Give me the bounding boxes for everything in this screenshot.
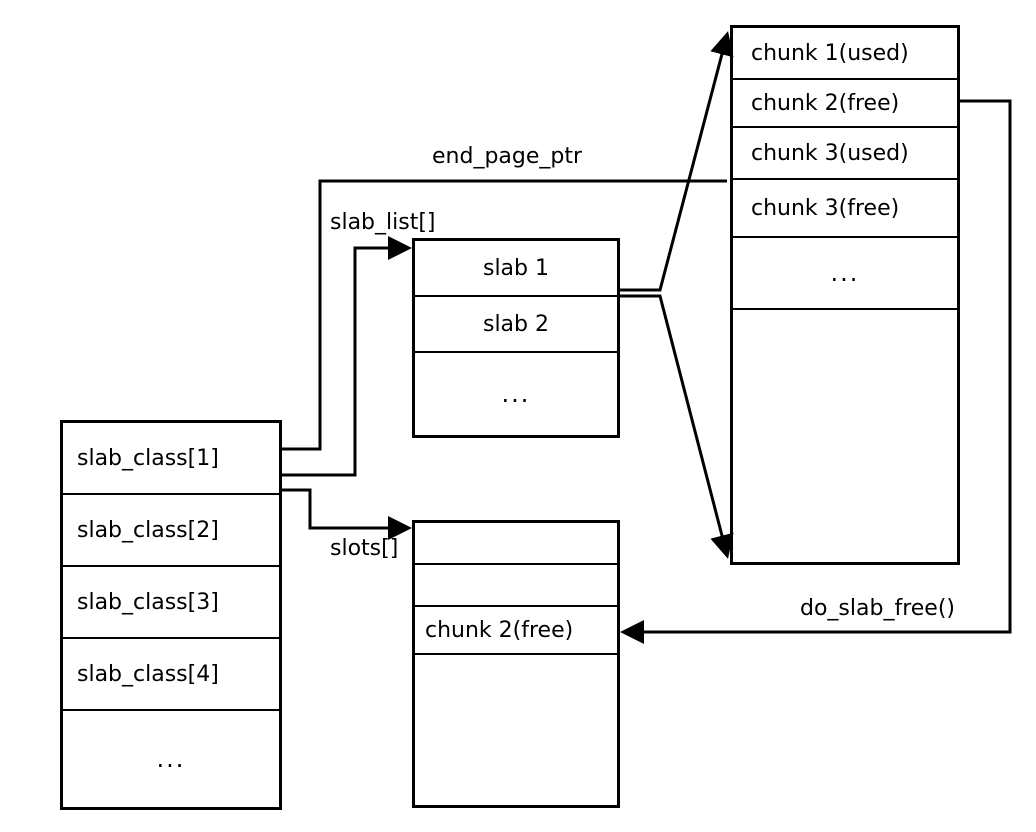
arrow-end-page-ptr-bottom — [620, 296, 727, 555]
slab-list-item-label: slab 1 — [483, 256, 549, 281]
chunk-label: chunk 3(used) — [751, 141, 909, 166]
slab-list-box: slab 1 slab 2 ... — [412, 238, 620, 438]
slab-list-ellipsis-row: ... — [415, 353, 617, 435]
text: end_page_ptr — [432, 144, 582, 169]
label-slab-list: slab_list[] — [330, 210, 436, 235]
slots-row-empty — [415, 523, 617, 565]
slab-class-row: slab_class[2] — [63, 495, 279, 567]
diagram-stage: slab_class[1] slab_class[2] slab_class[3… — [0, 0, 1036, 832]
chunk-label: chunk 3(free) — [751, 196, 899, 221]
slots-chunk-label: chunk 2(free) — [425, 618, 573, 643]
slab-list-row: slab 1 — [415, 241, 617, 297]
slab-class-label: slab_class[4] — [77, 662, 219, 687]
chunk-row: chunk 3(free) — [733, 180, 957, 238]
slab-list-row: slab 2 — [415, 297, 617, 353]
chunk-ellipsis-row: ... — [733, 238, 957, 310]
slots-row-empty — [415, 565, 617, 607]
chunk-label: chunk 1(used) — [751, 41, 909, 66]
ellipsis: ... — [831, 259, 860, 287]
chunks-box: chunk 1(used) chunk 2(free) chunk 3(used… — [730, 25, 960, 565]
slab-list-item-label: slab 2 — [483, 312, 549, 337]
chunk-empty-row — [733, 310, 957, 560]
label-slots: slots[] — [330, 536, 398, 561]
arrow-slots — [282, 490, 408, 528]
arrow-end-page-ptr-top — [620, 35, 727, 290]
text: slots[] — [330, 536, 398, 561]
slab-class-ellipsis-row: ... — [63, 711, 279, 807]
slots-box: chunk 2(free) — [412, 520, 620, 808]
slab-class-row: slab_class[1] — [63, 423, 279, 495]
ellipsis: ... — [502, 380, 531, 408]
slots-row-chunk: chunk 2(free) — [415, 607, 617, 655]
slab-class-row: slab_class[3] — [63, 567, 279, 639]
slots-row-empty — [415, 655, 617, 805]
slab-class-row: slab_class[4] — [63, 639, 279, 711]
arrow-slab-list — [282, 248, 408, 475]
label-do-slab-free: do_slab_free() — [800, 596, 955, 621]
label-end-page-ptr: end_page_ptr — [432, 144, 582, 169]
chunk-row: chunk 1(used) — [733, 28, 957, 80]
text: slab_list[] — [330, 210, 436, 235]
slab-class-box: slab_class[1] slab_class[2] slab_class[3… — [60, 420, 282, 810]
slab-class-label: slab_class[3] — [77, 590, 219, 615]
text: do_slab_free() — [800, 596, 955, 621]
slab-class-label: slab_class[1] — [77, 446, 219, 471]
slab-class-label: slab_class[2] — [77, 518, 219, 543]
chunk-row: chunk 3(used) — [733, 128, 957, 180]
chunk-row: chunk 2(free) — [733, 80, 957, 128]
chunk-label: chunk 2(free) — [751, 91, 899, 116]
ellipsis: ... — [157, 745, 186, 773]
